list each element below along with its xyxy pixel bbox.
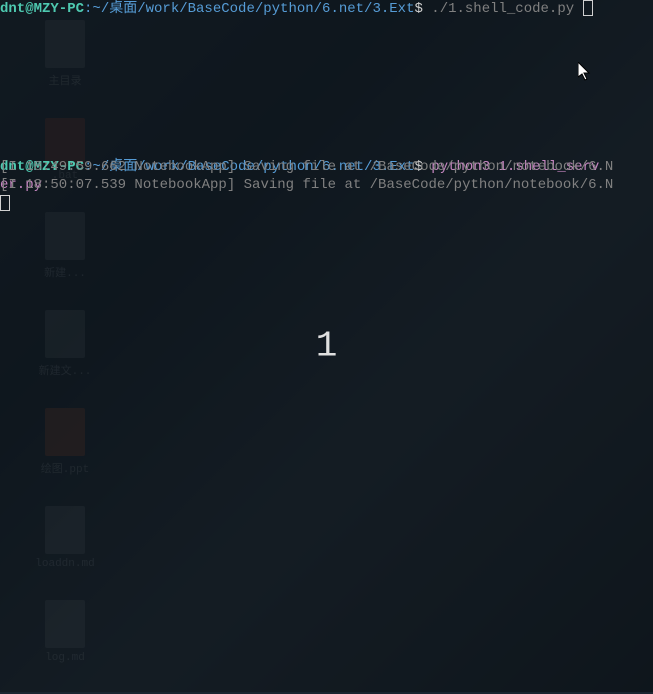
terminal-block-3: [I 18:49:59.662 NotebookApp] Saving file… — [0, 158, 653, 213]
mouse-cursor-icon — [578, 62, 592, 87]
cursor-box-icon — [0, 195, 10, 211]
workspace-number: 1 — [316, 326, 338, 367]
cursor-box-icon — [583, 0, 593, 16]
terminal[interactable]: dnt@MZY-PC:~/桌面/work/BaseCode/python/6.n… — [0, 0, 653, 213]
prompt-line: dnt@MZY-PC:~/桌面/work/BaseCode/python/6.n… — [0, 0, 653, 18]
prompt-user: dnt@MZY-PC — [0, 1, 84, 17]
output-line: [I 18:49:59.662 NotebookApp] Saving file… — [0, 158, 653, 176]
prompt-dollar: $ — [414, 1, 422, 17]
cursor-line — [0, 195, 653, 213]
terminal-block-1: dnt@MZY-PC:~/桌面/work/BaseCode/python/6.n… — [0, 0, 653, 18]
command-text: ./1.shell_code.py — [423, 1, 574, 17]
prompt-path: ~/桌面/work/BaseCode/python/6.net/3.Ext — [92, 1, 414, 17]
output-line: [I 18:50:07.539 NotebookApp] Saving file… — [0, 176, 653, 194]
